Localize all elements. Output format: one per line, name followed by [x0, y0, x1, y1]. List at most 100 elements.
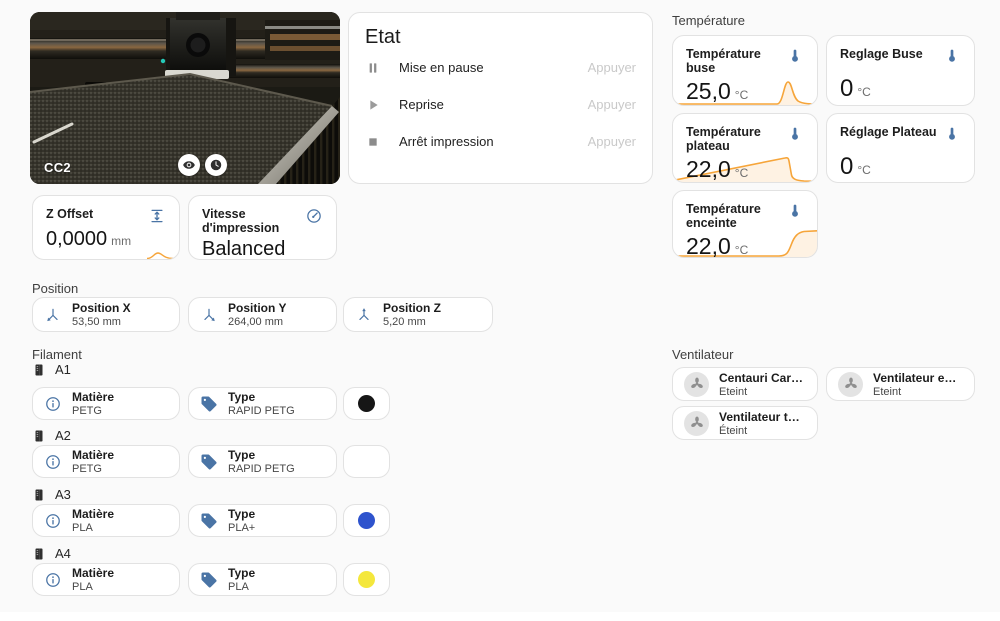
- filament-header: Filament: [32, 347, 82, 362]
- temp-value: 0 °C: [840, 153, 871, 180]
- pause-icon: [365, 60, 389, 76]
- position-x-value: 53,50 mm: [72, 316, 121, 328]
- position-z-card[interactable]: Position Z 5,20 mm: [343, 297, 493, 332]
- filament-a1-matiere-card[interactable]: Matière PETG: [32, 387, 180, 420]
- temp-card-buse[interactable]: Température buse 25,0 °C: [672, 35, 818, 106]
- filament-a3-matiere-card[interactable]: Matière PLA: [32, 504, 180, 537]
- temp-value: 0 °C: [840, 75, 871, 102]
- stop-row[interactable]: Arrêt impression Appuyer: [365, 123, 636, 160]
- axis-x-icon: [44, 306, 62, 324]
- z-offset-card[interactable]: Z Offset 0,0000 mm: [32, 195, 180, 260]
- resume-press-button[interactable]: Appuyer: [588, 97, 636, 112]
- filament-color-swatch: [358, 512, 375, 529]
- position-x-card[interactable]: Position X 53,50 mm: [32, 297, 180, 332]
- tag-icon: [200, 571, 218, 589]
- filament-a4-matiere-card[interactable]: Matière PLA: [32, 563, 180, 596]
- action-label: Mise en pause: [399, 60, 484, 75]
- temp-card-reglage-plateau[interactable]: Réglage Plateau 0 °C: [826, 113, 975, 183]
- card-title: Réglage Plateau: [840, 125, 937, 139]
- filament-a2-matiere-card[interactable]: Matière PETG: [32, 445, 180, 478]
- filament-color-swatch: [358, 571, 375, 588]
- info-icon: [44, 512, 62, 530]
- matiere-value: PETG: [72, 463, 102, 475]
- axis-y-icon: [200, 306, 218, 324]
- filament-a2-color-card[interactable]: [343, 445, 390, 478]
- slot-name-text: A2: [55, 428, 71, 443]
- filament-slot-a1: A1: [32, 362, 71, 377]
- temp-value: 22,0 °C: [686, 156, 749, 182]
- filament-slot-a2: A2: [32, 428, 71, 443]
- temp-card-plateau[interactable]: Température plateau 22,0 °C: [672, 113, 818, 183]
- thermometer-icon: [786, 125, 804, 143]
- etat-card: Etat Mise en pause Appuyer Reprise Appuy…: [348, 12, 653, 184]
- temperature-header: Température: [672, 13, 745, 28]
- height-icon: [148, 207, 166, 225]
- thermometer-icon: [943, 125, 961, 143]
- cartridge-icon: [32, 363, 46, 377]
- filament-slot-a3: A3: [32, 487, 71, 502]
- gauge-icon: [305, 207, 323, 225]
- thermometer-icon: [943, 47, 961, 65]
- info-icon: [44, 453, 62, 471]
- filament-a4-type-card[interactable]: Type PLA: [188, 563, 337, 596]
- axis-z-icon: [355, 306, 373, 324]
- type-value: PLA+: [228, 522, 256, 534]
- position-z-value: 5,20 mm: [383, 316, 426, 328]
- temp-card-reglage-buse[interactable]: Reglage Buse 0 °C: [826, 35, 975, 106]
- type-label: Type: [228, 390, 256, 404]
- filament-a3-type-card[interactable]: Type PLA+: [188, 504, 337, 537]
- filament-a3-color-card[interactable]: [343, 504, 390, 537]
- filament-a2-type-card[interactable]: Type RAPID PETG: [188, 445, 337, 478]
- filament-a4-color-card[interactable]: [343, 563, 390, 596]
- position-y-card[interactable]: Position Y 264,00 mm: [188, 297, 337, 332]
- fan-tete-card[interactable]: Ventilateur tête d'imp Éteint: [672, 406, 818, 440]
- filament-color-swatch: [358, 453, 375, 470]
- position-y-value: 264,00 mm: [228, 316, 284, 328]
- stop-icon: [365, 134, 389, 150]
- pause-press-button[interactable]: Appuyer: [588, 60, 636, 75]
- card-title: Température plateau: [686, 125, 761, 153]
- fan-status: Eteint: [719, 385, 748, 398]
- clock-icon[interactable]: [205, 154, 227, 176]
- type-value: RAPID PETG: [228, 463, 295, 475]
- filament-color-swatch: [358, 395, 375, 412]
- play-icon: [365, 97, 389, 113]
- position-x-label: Position X: [72, 301, 131, 315]
- fan-enceinte-card[interactable]: Ventilateur enceinte Eteint: [826, 367, 975, 401]
- stop-press-button[interactable]: Appuyer: [588, 134, 636, 149]
- matiere-label: Matière: [72, 566, 115, 580]
- info-icon: [44, 571, 62, 589]
- fan-auxiliary-card[interactable]: Centauri Carbon 2 Auxiliar… Eteint: [672, 367, 818, 401]
- etat-title: Etat: [365, 26, 401, 48]
- printer-dashboard: CC2 Etat Mise en pause Appuyer Reprise A…: [0, 0, 1000, 621]
- temp-card-enceinte[interactable]: Température enceinte 22,0 °C: [672, 190, 818, 258]
- card-title: Reglage Buse: [840, 47, 923, 61]
- pause-row[interactable]: Mise en pause Appuyer: [365, 49, 636, 86]
- matiere-value: PLA: [72, 522, 93, 534]
- filament-slot-a4: A4: [32, 546, 71, 561]
- slot-name-text: A4: [55, 546, 71, 561]
- camera-feed[interactable]: CC2: [30, 12, 340, 184]
- type-value: PLA: [228, 581, 249, 593]
- fan-label: Ventilateur enceinte: [873, 370, 963, 385]
- print-speed-value: Balanced: [202, 238, 286, 260]
- type-value: RAPID PETG: [228, 405, 295, 417]
- fan-label: Centauri Carbon 2 Auxiliar…: [719, 370, 806, 385]
- print-speed-card[interactable]: Vitesse d'impression Balanced: [188, 195, 337, 260]
- fan-icon: [684, 371, 709, 397]
- filament-a1-type-card[interactable]: Type RAPID PETG: [188, 387, 337, 420]
- fan-status: Eteint: [873, 385, 902, 398]
- position-header: Position: [32, 281, 79, 296]
- temp-value: 22,0 °C: [686, 233, 749, 258]
- slot-name-text: A3: [55, 487, 71, 502]
- matiere-label: Matière: [72, 448, 115, 462]
- matiere-label: Matière: [72, 390, 115, 404]
- filament-a1-color-card[interactable]: [343, 387, 390, 420]
- type-label: Type: [228, 507, 256, 521]
- resume-row[interactable]: Reprise Appuyer: [365, 86, 636, 123]
- tag-icon: [200, 453, 218, 471]
- cartridge-icon: [32, 429, 46, 443]
- card-title: Température buse: [686, 47, 761, 75]
- page-bottom-edge: [0, 612, 1000, 621]
- eye-icon[interactable]: [178, 154, 200, 176]
